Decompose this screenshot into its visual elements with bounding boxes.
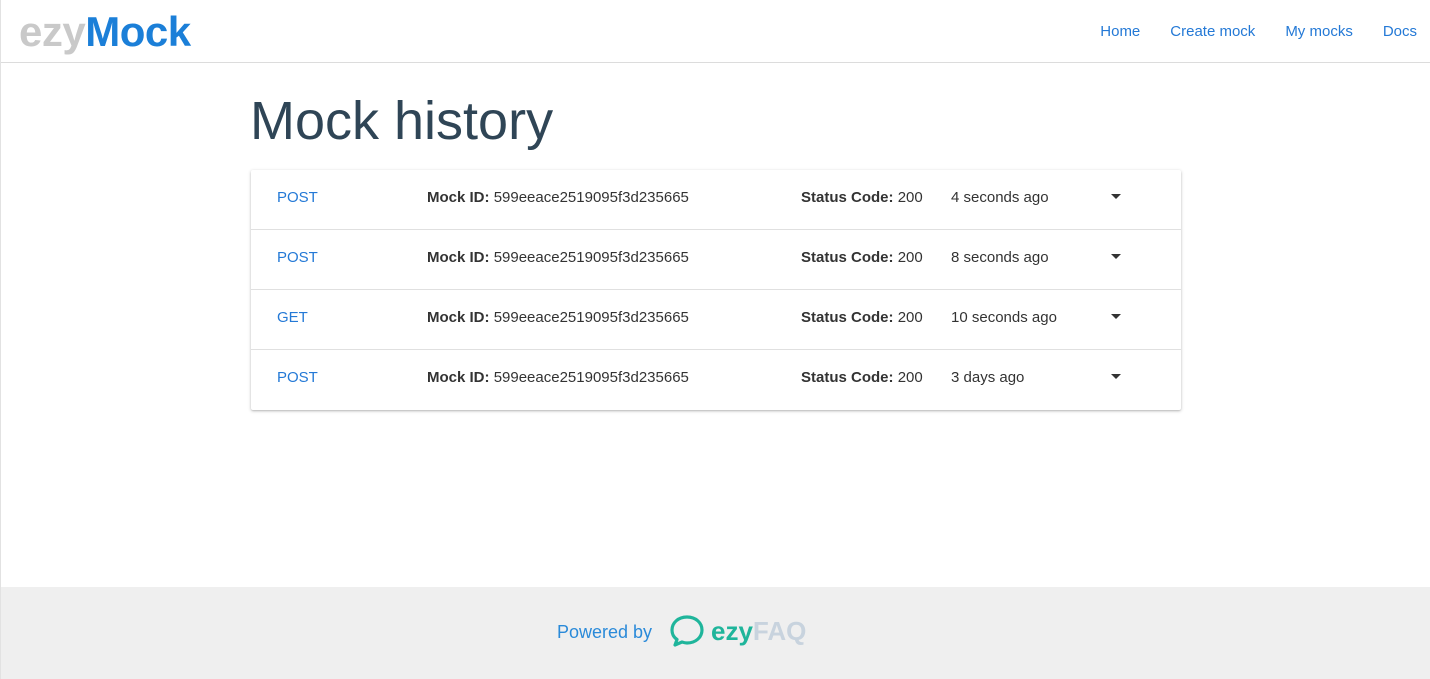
chat-bubble-icon [669, 614, 705, 648]
mock-id-label: Mock ID: [427, 309, 490, 326]
status-code-label: Status Code: [801, 189, 894, 206]
nav-my-mocks-link[interactable]: My mocks [1285, 23, 1353, 40]
mock-id: Mock ID: 599eeace2519095f3d235665 [427, 350, 689, 406]
mock-id-label: Mock ID: [427, 249, 490, 266]
ezyfaq-wordmark: ezyFAQ [711, 616, 806, 646]
caret-down-icon[interactable] [1111, 254, 1121, 259]
footer: Powered by ezyFAQ [1, 587, 1430, 679]
top-navbar: ezyMock Home Create mock My mocks Docs [1, 0, 1430, 63]
nav-create-mock-link[interactable]: Create mock [1170, 23, 1255, 40]
caret-down-icon[interactable] [1111, 374, 1121, 379]
mock-id-label: Mock ID: [427, 369, 490, 386]
ezyfaq-faq-text: FAQ [752, 616, 807, 646]
ezyfaq-ezy-text: ezy [711, 616, 753, 646]
mock-id-value: 599eeace2519095f3d235665 [493, 369, 689, 386]
nav-home-link[interactable]: Home [1100, 23, 1140, 40]
mock-method: GET [277, 309, 308, 326]
mock-method: POST [277, 249, 318, 266]
main-nav: Home Create mock My mocks Docs [1070, 0, 1417, 63]
page-title: Mock history [250, 91, 554, 151]
ezyfaq-logo-link[interactable]: ezyFAQ [669, 613, 806, 649]
logo-mock-text: Mock [85, 8, 191, 55]
mock-row[interactable]: POST Mock ID: 599eeace2519095f3d235665 S… [251, 350, 1181, 410]
mock-id: Mock ID: 599eeace2519095f3d235665 [427, 170, 689, 226]
mock-timestamp: 8 seconds ago [951, 249, 1049, 266]
mock-timestamp: 4 seconds ago [951, 189, 1049, 206]
status-code-label: Status Code: [801, 369, 894, 386]
status-code-value: 200 [897, 309, 923, 326]
caret-down-icon[interactable] [1111, 314, 1121, 319]
nav-docs-link[interactable]: Docs [1383, 23, 1417, 40]
caret-down-icon[interactable] [1111, 194, 1121, 199]
mock-row[interactable]: POST Mock ID: 599eeace2519095f3d235665 S… [251, 230, 1181, 290]
status-code: Status Code: 200 [801, 350, 923, 406]
logo-ezy-text: ezy [19, 8, 86, 55]
mock-row[interactable]: POST Mock ID: 599eeace2519095f3d235665 S… [251, 170, 1181, 230]
mock-method: POST [277, 369, 318, 386]
mock-timestamp: 3 days ago [951, 369, 1025, 386]
page: ezyMock Home Create mock My mocks Docs M… [0, 0, 1430, 679]
mock-id-value: 599eeace2519095f3d235665 [493, 309, 689, 326]
status-code: Status Code: 200 [801, 230, 923, 286]
status-code-value: 200 [897, 189, 923, 206]
status-code-value: 200 [897, 369, 923, 386]
mock-method: POST [277, 189, 318, 206]
mock-id-label: Mock ID: [427, 189, 490, 206]
mock-row[interactable]: GET Mock ID: 599eeace2519095f3d235665 St… [251, 290, 1181, 350]
mock-history-list: POST Mock ID: 599eeace2519095f3d235665 S… [251, 170, 1181, 410]
ezymock-logo[interactable]: ezyMock [19, 8, 191, 56]
status-code: Status Code: 200 [801, 290, 923, 346]
status-code-label: Status Code: [801, 249, 894, 266]
mock-id-value: 599eeace2519095f3d235665 [493, 249, 689, 266]
mock-id: Mock ID: 599eeace2519095f3d235665 [427, 230, 689, 286]
powered-by-text: Powered by [557, 622, 653, 642]
mock-id: Mock ID: 599eeace2519095f3d235665 [427, 290, 689, 346]
status-code: Status Code: 200 [801, 170, 923, 226]
mock-id-value: 599eeace2519095f3d235665 [493, 189, 689, 206]
mock-timestamp: 10 seconds ago [951, 309, 1057, 326]
status-code-label: Status Code: [801, 309, 894, 326]
status-code-value: 200 [897, 249, 923, 266]
